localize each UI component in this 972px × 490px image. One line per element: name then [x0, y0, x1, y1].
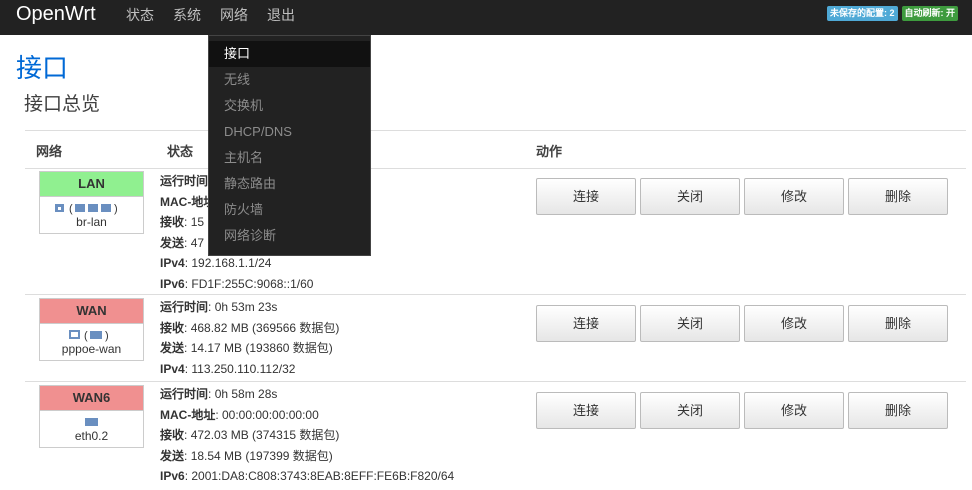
header-status: 状态 — [167, 144, 194, 159]
status-line: 发送: 18.54 MB (197399 数据包) — [160, 448, 333, 463]
nav-system[interactable]: 系统 — [173, 0, 201, 35]
status-line: 发送: 14.17 MB (193860 数据包) — [160, 341, 333, 355]
status-line: IPv4: 192.168.1.1/24 — [160, 256, 272, 270]
delete-button[interactable]: 删除 — [848, 178, 948, 215]
svg-text:): ) — [114, 203, 118, 215]
nav-status[interactable]: 状态 — [126, 0, 154, 35]
interface-status: 运行时间: 0h 58m 28s MAC-地址: 00:00:00:00:00:… — [160, 384, 454, 487]
main-nav: 状态 系统 网络 退出 — [126, 0, 314, 35]
network-badge-wan6: WAN6 eth0.2 — [39, 385, 144, 448]
connect-button[interactable]: 连接 — [536, 392, 636, 429]
svg-text:): ) — [105, 330, 109, 342]
table-header: 网络 状态 动作 — [25, 130, 966, 169]
table-row: LAN ( ) br-lan 运行时间: MAC-地址: 接收: 15 发送: … — [25, 168, 966, 295]
menu-item-dhcp-dns[interactable]: DHCP/DNS — [209, 119, 370, 145]
menu-item-wireless[interactable]: 无线 — [209, 67, 370, 93]
status-line: IPv4: 113.250.110.112/32 — [160, 361, 296, 376]
interface-status: 运行时间: 0h 53m 23s 接收: 468.82 MB (369566 数… — [160, 297, 339, 379]
edit-button[interactable]: 修改 — [744, 178, 844, 215]
table-row: WAN6 eth0.2 运行时间: 0h 58m 28s MAC-地址: 00:… — [25, 382, 966, 490]
close-button[interactable]: 关闭 — [640, 392, 740, 429]
svg-text:(: ( — [69, 203, 73, 215]
network-name: WAN6 — [40, 386, 143, 411]
network-badge-wan: WAN ( ) pppoe-wan — [39, 298, 144, 361]
status-line: MAC-地址: 00:00:00:00:00:00 — [160, 407, 319, 422]
close-button[interactable]: 关闭 — [640, 305, 740, 342]
network-device: pppoe-wan — [61, 342, 122, 356]
nav-logout[interactable]: 退出 — [267, 0, 295, 35]
status-line: IPv6: 2001:DA8:C808:3743:8EAB:8EFF:FE6B:… — [160, 469, 455, 483]
status-line: 接收: 468.82 MB (369566 数据包) — [160, 320, 340, 335]
status-line: 运行时间: 0h 53m 23s — [160, 300, 278, 314]
network-device: eth0.2 — [74, 429, 109, 443]
close-button[interactable]: 关闭 — [640, 178, 740, 215]
unsaved-changes-badge[interactable]: 未保存的配置: 2 — [826, 6, 898, 21]
network-name: LAN — [40, 172, 143, 197]
connect-button[interactable]: 连接 — [536, 305, 636, 342]
top-navbar: OpenWrt 状态 系统 网络 退出 未保存的配置: 2 自动刷新: 开 — [0, 0, 972, 35]
menu-item-switch[interactable]: 交换机 — [209, 93, 370, 119]
status-line: IPv6: FD1F:255C:9068::1/60 — [160, 276, 314, 291]
ethernet-port-icon: ( ) — [54, 203, 118, 215]
network-device-icons — [40, 411, 143, 429]
menu-item-hostnames[interactable]: 主机名 — [209, 145, 370, 171]
pppoe-icon: ( ) — [68, 330, 109, 342]
menu-item-interfaces[interactable]: 接口 — [209, 41, 370, 67]
network-device-icons: ( ) — [40, 197, 143, 215]
autorefresh-badge[interactable]: 自动刷新: 开 — [901, 6, 958, 21]
edit-button[interactable]: 修改 — [744, 392, 844, 429]
header-actions: 动作 — [536, 144, 563, 159]
connect-button[interactable]: 连接 — [536, 178, 636, 215]
delete-button[interactable]: 删除 — [848, 392, 948, 429]
menu-item-static-routes[interactable]: 静态路由 — [209, 171, 370, 197]
network-dropdown-menu: 接口 无线 交换机 DHCP/DNS 主机名 静态路由 防火墙 网络诊断 — [208, 35, 371, 256]
svg-text:(: ( — [84, 330, 88, 342]
nav-network[interactable]: 网络 — [220, 0, 248, 35]
menu-item-firewall[interactable]: 防火墙 — [209, 197, 370, 223]
status-line: 接收: 472.03 MB (374315 数据包) — [160, 428, 340, 442]
header-network: 网络 — [36, 144, 63, 159]
brand-logo[interactable]: OpenWrt — [16, 3, 96, 26]
delete-button[interactable]: 删除 — [848, 305, 948, 342]
edit-button[interactable]: 修改 — [744, 305, 844, 342]
page-title: 接口 — [16, 53, 69, 83]
network-device-icons: ( ) — [40, 324, 143, 342]
network-badge-lan: LAN ( ) br-lan — [39, 171, 144, 234]
ethernet-port-icon — [84, 418, 98, 426]
section-title: 接口总览 — [24, 94, 101, 115]
header-badges: 未保存的配置: 2 自动刷新: 开 — [826, 6, 958, 21]
status-line: 运行时间: 0h 58m 28s — [160, 387, 278, 401]
table-row: WAN ( ) pppoe-wan 运行时间: 0h 53m 23s 接收: 4… — [25, 295, 966, 382]
network-name: WAN — [40, 299, 143, 324]
menu-item-diagnostics[interactable]: 网络诊断 — [209, 223, 370, 249]
